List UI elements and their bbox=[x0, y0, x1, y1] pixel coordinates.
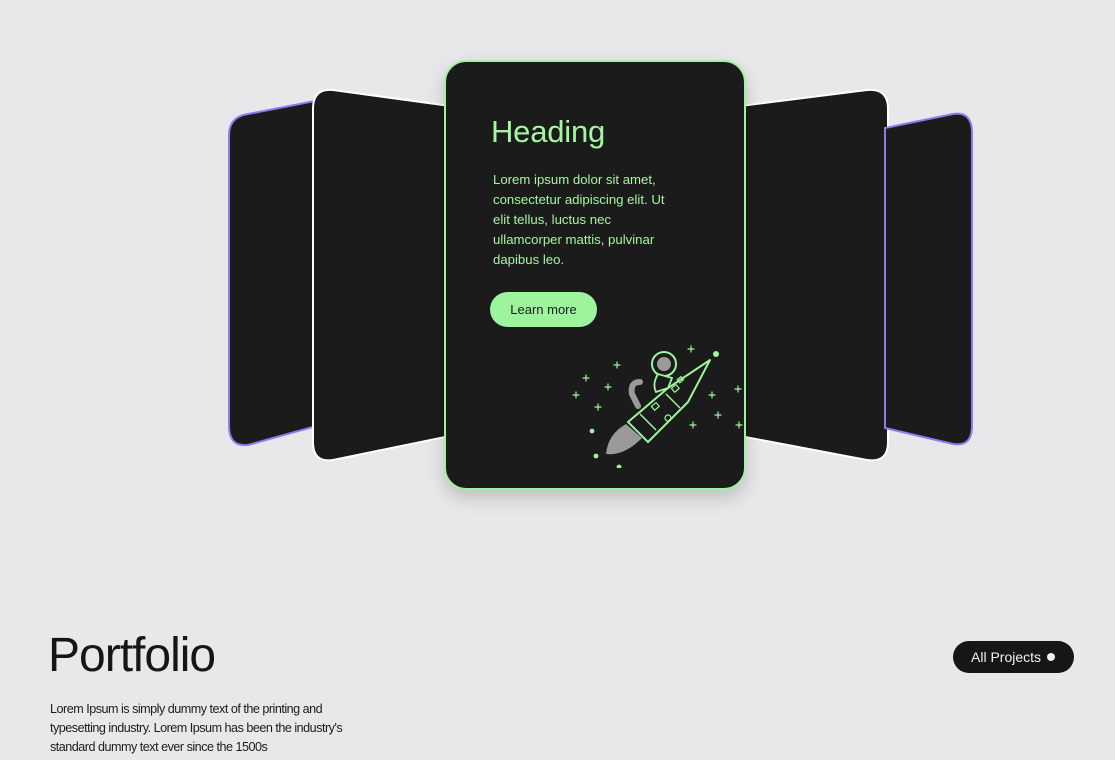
all-projects-label: All Projects bbox=[971, 649, 1042, 665]
portfolio-title: Portfolio bbox=[48, 629, 216, 682]
card-heading: Heading bbox=[491, 114, 606, 149]
portfolio-description: Lorem Ipsum is simply dummy text of the … bbox=[50, 702, 343, 754]
card-far-right[interactable] bbox=[884, 112, 973, 446]
card-left[interactable] bbox=[312, 88, 451, 462]
all-projects-button[interactable]: All Projects bbox=[953, 641, 1074, 673]
card-center[interactable]: Heading Lorem ipsum dolor sit amet, cons… bbox=[444, 60, 746, 490]
astronaut-rocket-illustration bbox=[572, 345, 743, 468]
card-far-left[interactable] bbox=[228, 98, 321, 447]
card-right[interactable] bbox=[739, 88, 889, 462]
card-carousel: Heading Lorem ipsum dolor sit amet, cons… bbox=[0, 0, 1115, 560]
dot-icon bbox=[1047, 653, 1055, 661]
card-body-text: Lorem ipsum dolor sit amet, consectetur … bbox=[493, 172, 665, 267]
learn-more-button[interactable]: Learn more bbox=[490, 292, 597, 327]
